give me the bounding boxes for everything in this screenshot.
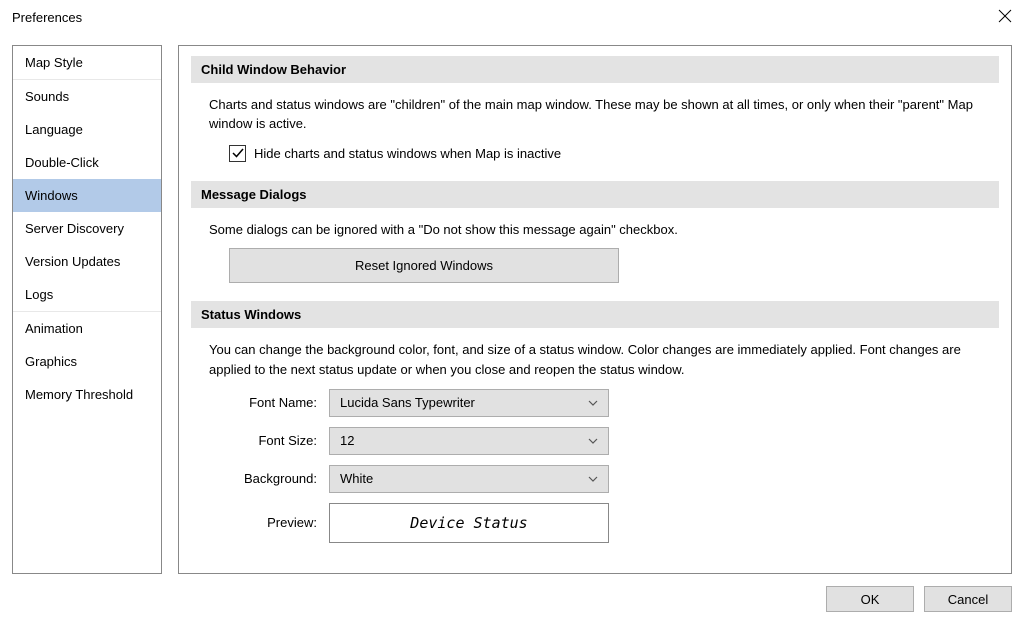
check-icon bbox=[232, 147, 244, 159]
titlebar: Preferences bbox=[0, 0, 1024, 35]
font-name-row: Font Name: Lucida Sans Typewriter bbox=[209, 389, 981, 417]
font-name-value: Lucida Sans Typewriter bbox=[340, 393, 475, 413]
window-title: Preferences bbox=[12, 10, 82, 25]
font-size-select[interactable]: 12 bbox=[329, 427, 609, 455]
sidebar-item-windows[interactable]: Windows bbox=[13, 179, 161, 212]
sidebar-item-double-click[interactable]: Double-Click bbox=[13, 146, 161, 179]
preview-label: Preview: bbox=[209, 513, 329, 533]
background-value: White bbox=[340, 469, 373, 489]
cancel-button[interactable]: Cancel bbox=[924, 586, 1012, 612]
preview-row: Preview: Device Status bbox=[209, 503, 981, 543]
footer: OK Cancel bbox=[0, 574, 1024, 624]
background-label: Background: bbox=[209, 469, 329, 489]
font-size-label: Font Size: bbox=[209, 431, 329, 451]
content-area: Map Style Sounds Language Double-Click W… bbox=[0, 35, 1024, 575]
chevron-down-icon bbox=[588, 436, 598, 446]
font-size-row: Font Size: 12 bbox=[209, 427, 981, 455]
preview-text: Device Status bbox=[410, 512, 527, 535]
child-window-description: Charts and status windows are "children"… bbox=[209, 95, 981, 134]
section-header-status-windows: Status Windows bbox=[191, 301, 999, 328]
sidebar-group: Animation Graphics Memory Threshold bbox=[13, 312, 161, 411]
sidebar-item-map-style[interactable]: Map Style bbox=[13, 46, 161, 79]
status-windows-form: Font Name: Lucida Sans Typewriter Font S… bbox=[209, 389, 981, 543]
background-row: Background: White bbox=[209, 465, 981, 493]
close-icon bbox=[998, 9, 1012, 23]
sidebar-item-memory-threshold[interactable]: Memory Threshold bbox=[13, 378, 161, 411]
sidebar-item-graphics[interactable]: Graphics bbox=[13, 345, 161, 378]
font-name-label: Font Name: bbox=[209, 393, 329, 413]
sidebar-group: Sounds Language Double-Click Windows Ser… bbox=[13, 80, 161, 312]
preview-box: Device Status bbox=[329, 503, 609, 543]
sidebar-item-animation[interactable]: Animation bbox=[13, 312, 161, 345]
status-windows-description: You can change the background color, fon… bbox=[209, 340, 981, 379]
main-panel: Child Window Behavior Charts and status … bbox=[178, 45, 1012, 575]
sidebar-item-language[interactable]: Language bbox=[13, 113, 161, 146]
sidebar: Map Style Sounds Language Double-Click W… bbox=[12, 45, 162, 575]
reset-ignored-windows-button[interactable]: Reset Ignored Windows bbox=[229, 248, 619, 284]
font-size-value: 12 bbox=[340, 431, 354, 451]
sidebar-group: Map Style bbox=[13, 46, 161, 80]
sidebar-item-server-discovery[interactable]: Server Discovery bbox=[13, 212, 161, 245]
chevron-down-icon bbox=[588, 474, 598, 484]
sidebar-item-logs[interactable]: Logs bbox=[13, 278, 161, 311]
section-body-status-windows: You can change the background color, fon… bbox=[191, 336, 999, 563]
background-select[interactable]: White bbox=[329, 465, 609, 493]
hide-charts-checkbox[interactable] bbox=[229, 145, 246, 162]
section-header-message-dialogs: Message Dialogs bbox=[191, 181, 999, 208]
message-dialogs-description: Some dialogs can be ignored with a "Do n… bbox=[209, 220, 981, 240]
section-header-child-window: Child Window Behavior bbox=[191, 56, 999, 83]
sidebar-item-version-updates[interactable]: Version Updates bbox=[13, 245, 161, 278]
ok-button[interactable]: OK bbox=[826, 586, 914, 612]
font-name-select[interactable]: Lucida Sans Typewriter bbox=[329, 389, 609, 417]
section-body-message-dialogs: Some dialogs can be ignored with a "Do n… bbox=[191, 216, 999, 293]
sidebar-item-sounds[interactable]: Sounds bbox=[13, 80, 161, 113]
hide-charts-label: Hide charts and status windows when Map … bbox=[254, 144, 561, 164]
close-button[interactable] bbox=[998, 9, 1012, 26]
section-body-child-window: Charts and status windows are "children"… bbox=[191, 91, 999, 174]
hide-charts-checkbox-row[interactable]: Hide charts and status windows when Map … bbox=[229, 144, 981, 164]
chevron-down-icon bbox=[588, 398, 598, 408]
